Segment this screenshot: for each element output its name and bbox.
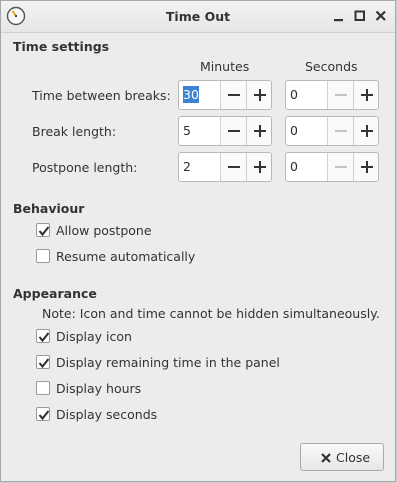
close-button[interactable]: Close — [300, 443, 384, 471]
time-out-dialog: Time Out Time settings Minutes Seconds T… — [0, 0, 396, 482]
display-hours-checkbox[interactable] — [36, 381, 50, 395]
increment-button[interactable] — [353, 81, 378, 109]
increment-button[interactable] — [353, 153, 378, 181]
display-seconds-checkbox[interactable] — [36, 407, 50, 421]
minus-icon — [335, 130, 347, 132]
decrement-button-disabled — [327, 81, 354, 109]
behaviour-heading: Behaviour — [13, 201, 85, 216]
decrement-button-disabled — [327, 153, 354, 181]
plus-icon — [361, 89, 373, 101]
decrement-button[interactable] — [220, 81, 247, 109]
minus-icon — [228, 130, 240, 132]
checkmark-icon — [38, 358, 50, 369]
maximize-button[interactable] — [351, 7, 369, 25]
checkmark-icon — [38, 410, 50, 421]
plus-icon — [254, 161, 266, 173]
postpone-length-seconds-input[interactable]: 0 — [286, 153, 328, 181]
minutes-column-header: Minutes — [200, 59, 250, 74]
close-window-button[interactable] — [372, 7, 390, 25]
time-between-breaks-minutes-spinner[interactable]: 30 — [178, 80, 272, 110]
minus-icon — [335, 166, 347, 168]
maximize-icon — [354, 10, 365, 21]
allow-postpone-label[interactable]: Allow postpone — [56, 223, 152, 238]
postpone-length-minutes-spinner[interactable]: 2 — [178, 152, 272, 182]
plus-icon — [361, 125, 373, 137]
increment-button[interactable] — [353, 117, 378, 145]
time-settings-heading: Time settings — [13, 39, 110, 54]
postpone-length-seconds-spinner[interactable]: 0 — [285, 152, 379, 182]
plus-icon — [254, 89, 266, 101]
plus-icon — [254, 125, 266, 137]
close-icon — [375, 10, 386, 21]
allow-postpone-checkbox[interactable] — [36, 223, 50, 237]
decrement-button[interactable] — [220, 117, 247, 145]
close-x-icon — [321, 453, 331, 463]
checkmark-icon — [38, 332, 50, 343]
seconds-column-header: Seconds — [305, 59, 358, 74]
close-button-label: Close — [336, 450, 371, 465]
display-hours-label[interactable]: Display hours — [56, 381, 141, 396]
break-length-minutes-input[interactable]: 5 — [179, 117, 221, 145]
postpone-length-minutes-input[interactable]: 2 — [179, 153, 221, 181]
increment-button[interactable] — [246, 117, 271, 145]
break-length-minutes-spinner[interactable]: 5 — [178, 116, 272, 146]
appearance-heading: Appearance — [13, 286, 97, 301]
minus-icon — [335, 94, 347, 96]
minimize-button[interactable] — [330, 7, 348, 25]
break-length-seconds-input[interactable]: 0 — [286, 117, 328, 145]
display-remaining-time-label[interactable]: Display remaining time in the panel — [56, 355, 280, 370]
plus-icon — [361, 161, 373, 173]
appearance-note: Note: Icon and time cannot be hidden sim… — [42, 306, 380, 321]
display-icon-checkbox[interactable] — [36, 329, 50, 343]
display-seconds-label[interactable]: Display seconds — [56, 407, 157, 422]
decrement-button[interactable] — [220, 153, 247, 181]
break-length-seconds-spinner[interactable]: 0 — [285, 116, 379, 146]
display-icon-label[interactable]: Display icon — [56, 329, 132, 344]
minus-icon — [228, 94, 240, 96]
time-between-breaks-label: Time between breaks: — [32, 88, 171, 103]
checkmark-icon — [38, 226, 50, 237]
postpone-length-label: Postpone length: — [32, 160, 138, 175]
decrement-button-disabled — [327, 117, 354, 145]
minimize-icon — [334, 19, 343, 22]
time-between-breaks-seconds-input[interactable]: 0 — [286, 81, 328, 109]
time-between-breaks-minutes-input[interactable]: 30 — [179, 81, 221, 109]
display-remaining-time-checkbox[interactable] — [36, 355, 50, 369]
selected-value: 30 — [183, 86, 199, 103]
increment-button[interactable] — [246, 153, 271, 181]
increment-button[interactable] — [246, 81, 271, 109]
resume-automatically-label[interactable]: Resume automatically — [56, 249, 195, 264]
minus-icon — [228, 166, 240, 168]
title-bar[interactable]: Time Out — [1, 1, 395, 33]
break-length-label: Break length: — [32, 124, 117, 139]
time-between-breaks-seconds-spinner[interactable]: 0 — [285, 80, 379, 110]
resume-automatically-checkbox[interactable] — [36, 249, 50, 263]
